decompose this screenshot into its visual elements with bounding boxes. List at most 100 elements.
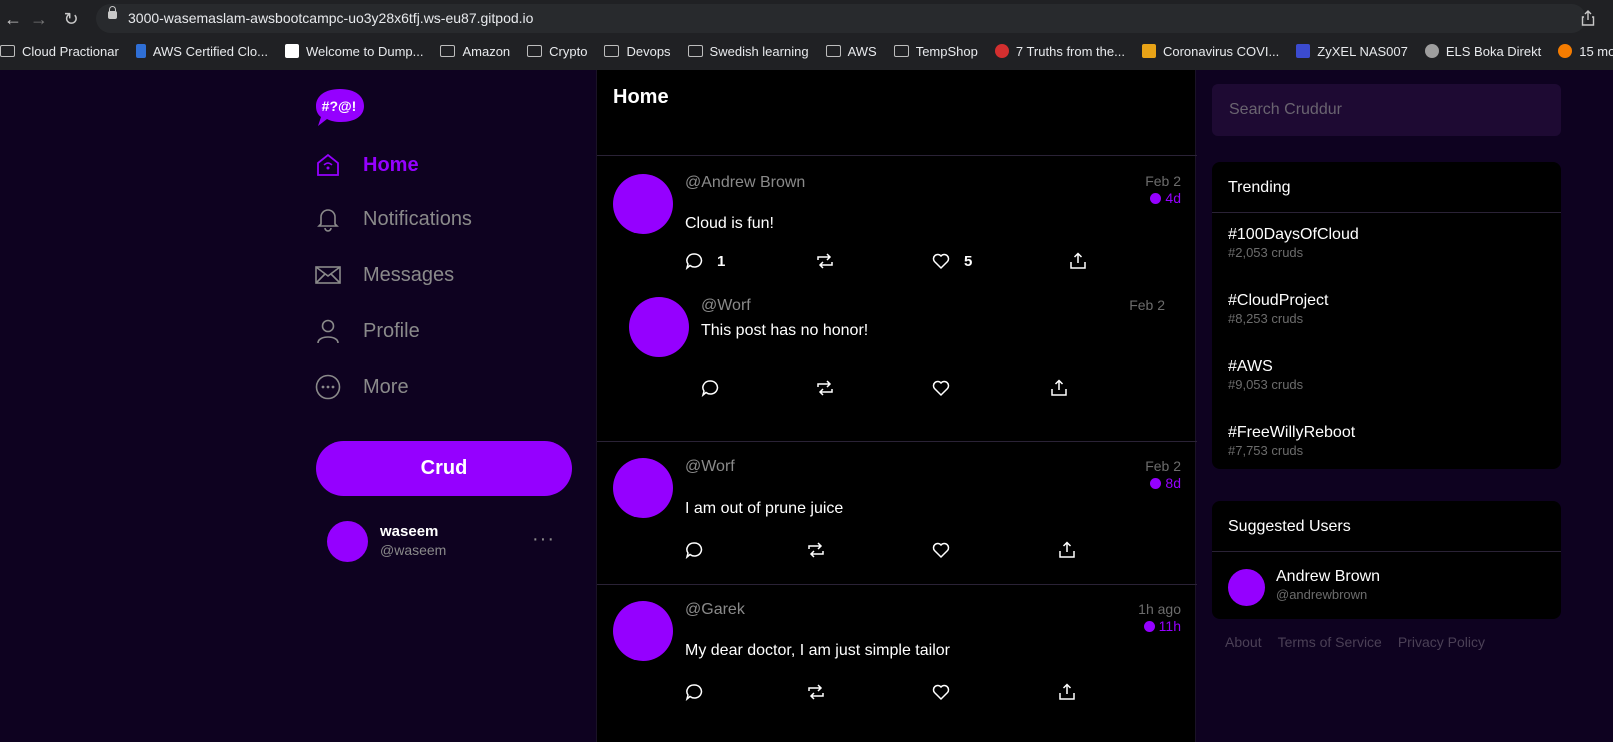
trend-item[interactable]: #CloudProject #8,253 cruds <box>1228 292 1329 326</box>
activity-time: 1h ago <box>1138 601 1181 617</box>
back-arrow-icon[interactable]: ← <box>2 8 24 30</box>
suggested-user-name[interactable]: Andrew Brown <box>1276 568 1380 586</box>
bookmark-item[interactable]: Cloud Practionar <box>0 44 119 59</box>
bookmark-item[interactable]: AWS <box>825 44 877 59</box>
bookmark-item[interactable]: 7 Truths from the... <box>994 44 1125 59</box>
nav-more[interactable]: More <box>315 374 409 400</box>
reply-action[interactable] <box>685 683 703 701</box>
nav-notifications-label: Notifications <box>363 207 472 230</box>
activity-expires: 11h <box>1143 618 1181 634</box>
avatar[interactable] <box>613 601 673 661</box>
nav-profile[interactable]: Profile <box>315 318 420 344</box>
reply-handle[interactable]: @Worf <box>701 297 751 315</box>
repost-icon <box>817 380 833 396</box>
profile-more-icon[interactable]: ··· <box>532 529 555 549</box>
repost-action[interactable] <box>816 379 834 397</box>
bookmark-item[interactable]: Swedish learning <box>687 44 809 59</box>
trend-count: #9,053 cruds <box>1228 377 1304 392</box>
site-icon <box>994 44 1009 58</box>
nav-notifications[interactable]: Notifications <box>315 206 472 232</box>
about-link[interactable]: About <box>1225 634 1262 650</box>
bookmark-item[interactable]: 15 movi <box>1558 44 1613 59</box>
bookmark-item[interactable]: ZyXEL NAS007 <box>1296 44 1408 59</box>
site-icon <box>1558 44 1573 58</box>
current-user-name: waseem <box>380 523 439 540</box>
avatar[interactable] <box>629 297 689 357</box>
trend-item[interactable]: #AWS #9,053 cruds <box>1228 358 1303 392</box>
bell-icon <box>315 206 341 232</box>
share-action[interactable] <box>1069 252 1087 270</box>
activity-time: Feb 2 <box>1145 458 1181 474</box>
activity-item[interactable]: @Worf I am out of prune juice Feb 2 8d <box>597 442 1197 584</box>
share-icon <box>1051 379 1067 396</box>
crud-button[interactable]: Crud <box>316 441 572 496</box>
like-action[interactable]: 5 <box>932 252 972 270</box>
avatar[interactable] <box>1228 569 1265 606</box>
bookmark-item[interactable]: Amazon <box>440 44 510 59</box>
bookmark-item[interactable]: ELS Boka Direkt <box>1424 44 1541 59</box>
repost-action[interactable] <box>807 541 825 559</box>
user-icon <box>315 318 341 344</box>
bookmark-item[interactable]: Devops <box>604 44 671 59</box>
like-action[interactable] <box>932 541 950 559</box>
forward-arrow-icon[interactable]: → <box>28 8 50 30</box>
folder-icon <box>893 45 909 57</box>
like-action[interactable] <box>932 683 950 701</box>
avatar[interactable] <box>613 174 673 234</box>
like-action[interactable] <box>932 379 950 397</box>
repost-action[interactable] <box>816 252 834 270</box>
logo-text: #?@! <box>322 98 357 114</box>
trend-item[interactable]: #FreeWillyReboot #7,753 cruds <box>1228 424 1355 458</box>
activity-handle[interactable]: @Worf <box>685 458 735 476</box>
share-action[interactable] <box>1058 541 1076 559</box>
repost-action[interactable] <box>807 683 825 701</box>
nav-more-label: More <box>363 375 409 398</box>
bookmark-item[interactable]: TempShop <box>893 44 978 59</box>
heart-icon <box>932 380 950 397</box>
reply-action[interactable] <box>701 379 719 397</box>
trend-tag: #FreeWillyReboot <box>1228 424 1356 441</box>
trend-item[interactable]: #100DaysOfCloud #2,053 cruds <box>1228 226 1359 260</box>
avatar[interactable] <box>613 458 673 518</box>
activity-handle[interactable]: @Garek <box>685 601 745 619</box>
reply-action[interactable] <box>685 541 703 559</box>
sidebar: #?@! Home Notifications Messages Profile <box>0 70 596 742</box>
url-text[interactable]: 3000-wasemaslam-awsbootcampc-uo3y28x6tfj… <box>128 10 533 26</box>
bomb-icon <box>1150 477 1162 489</box>
bookmark-item[interactable]: AWS Certified Clo... <box>135 44 268 59</box>
share-icon[interactable] <box>1581 10 1595 26</box>
cruddur-logo[interactable]: #?@! <box>315 88 365 128</box>
folder-icon <box>440 45 456 57</box>
reply-icon <box>701 380 719 397</box>
bookmark-item[interactable]: Coronavirus COVI... <box>1141 44 1279 59</box>
reply-action[interactable]: 1 <box>685 252 725 270</box>
nav-profile-label: Profile <box>363 319 420 342</box>
repost-icon <box>817 253 833 269</box>
activity-expires: 4d <box>1150 190 1181 206</box>
share-icon <box>1070 252 1086 269</box>
activity-item[interactable]: @Garek My dear doctor, I am just simple … <box>597 585 1197 742</box>
bookmark-item[interactable]: Crypto <box>527 44 587 59</box>
footer-links: About Terms of Service Privacy Policy <box>1225 634 1501 650</box>
reload-icon[interactable]: ↻ <box>60 8 82 30</box>
privacy-link[interactable]: Privacy Policy <box>1398 634 1485 650</box>
nav-home[interactable]: Home <box>315 152 419 178</box>
share-action[interactable] <box>1050 379 1068 397</box>
browser-chrome: ← → ↻ 3000-wasemaslam-awsbootcampc-uo3y2… <box>0 0 1613 70</box>
bookmark-item[interactable]: Welcome to Dump... <box>284 44 423 59</box>
activity-message: Cloud is fun! <box>685 215 774 232</box>
site-icon <box>1141 44 1156 58</box>
lock-icon <box>108 6 117 19</box>
heart-icon <box>932 253 950 270</box>
share-icon <box>1059 541 1075 558</box>
terms-link[interactable]: Terms of Service <box>1278 634 1382 650</box>
activity-handle[interactable]: @Andrew Brown <box>685 174 805 192</box>
search-input[interactable] <box>1212 84 1561 136</box>
share-action[interactable] <box>1058 683 1076 701</box>
avatar[interactable] <box>327 521 368 562</box>
nav-messages[interactable]: Messages <box>315 262 454 288</box>
folder-icon <box>0 45 15 57</box>
site-icon <box>1296 44 1311 58</box>
feed-header: Home <box>597 70 1197 156</box>
reply-icon <box>685 542 703 559</box>
